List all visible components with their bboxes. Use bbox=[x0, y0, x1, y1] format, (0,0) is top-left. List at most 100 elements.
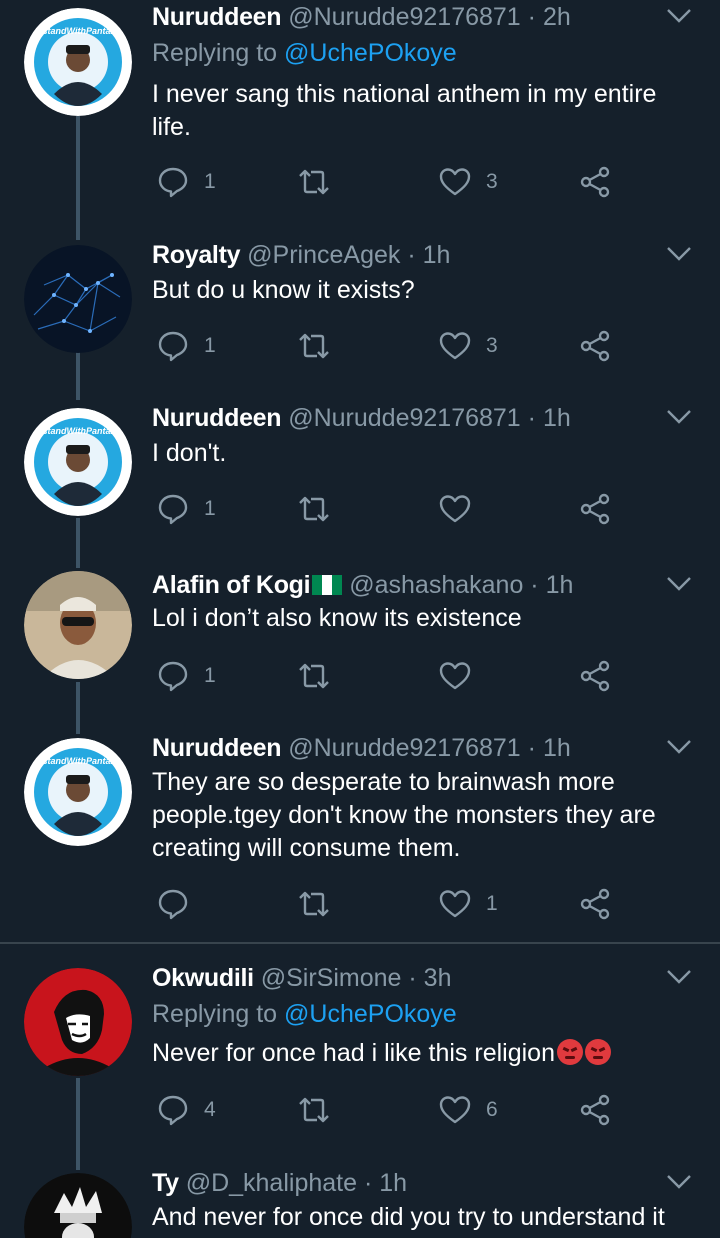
mention-link[interactable]: @UchePOkoye bbox=[284, 1000, 457, 1028]
timestamp[interactable]: 1h bbox=[379, 1169, 407, 1197]
retweet-icon bbox=[296, 492, 332, 526]
like-button[interactable]: 1 bbox=[438, 884, 498, 924]
like-count: 3 bbox=[486, 334, 498, 357]
separator: · bbox=[527, 3, 536, 31]
timestamp[interactable]: 1h bbox=[546, 571, 574, 599]
like-button[interactable] bbox=[438, 656, 486, 696]
separator: · bbox=[527, 404, 536, 432]
chevron-down-icon[interactable] bbox=[666, 1172, 692, 1192]
display-name[interactable]: Nuruddeen bbox=[152, 404, 282, 432]
share-button[interactable] bbox=[578, 326, 612, 366]
svg-text:#IstandWithPantami: #IstandWithPantami bbox=[35, 426, 121, 436]
display-name[interactable]: Royalty bbox=[152, 241, 241, 269]
avatar[interactable]: #IstandWithPantami bbox=[24, 408, 132, 516]
username[interactable]: @SirSimone bbox=[261, 964, 402, 992]
tweet-actions: 1 bbox=[152, 884, 632, 924]
tweet[interactable]: #IstandWithPantami Nuruddeen @Nurudde921… bbox=[0, 0, 720, 230]
username[interactable]: @D_khaliphate bbox=[186, 1169, 357, 1197]
retweet-button[interactable] bbox=[296, 162, 346, 202]
replying-to-label: Replying to bbox=[152, 1000, 278, 1028]
chevron-down-icon[interactable] bbox=[666, 407, 692, 427]
tweet[interactable]: #IstandWithPantami Nuruddeen @Nurudde921… bbox=[0, 731, 720, 941]
reply-button[interactable]: 1 bbox=[156, 162, 216, 202]
avatar[interactable] bbox=[24, 571, 132, 679]
timestamp[interactable]: 1h bbox=[543, 404, 571, 432]
reply-icon bbox=[156, 165, 190, 199]
timestamp[interactable]: 1h bbox=[543, 734, 571, 762]
retweet-button[interactable] bbox=[296, 326, 346, 366]
retweet-button[interactable] bbox=[296, 656, 346, 696]
display-name[interactable]: Okwudili bbox=[152, 964, 254, 992]
chevron-down-icon[interactable] bbox=[666, 737, 692, 757]
tweet[interactable]: Alafin of Kogi @ashashakano · 1h Lol i d… bbox=[0, 568, 720, 728]
tweet[interactable]: #IstandWithPantami Nuruddeen @Nurudde921… bbox=[0, 401, 720, 561]
svg-text:#IstandWithPantami: #IstandWithPantami bbox=[35, 26, 121, 36]
separator: · bbox=[530, 571, 539, 599]
tweet[interactable]: Ty @D_khaliphate · 1h And never for once… bbox=[0, 1166, 720, 1238]
reply-button[interactable]: 4 bbox=[156, 1090, 216, 1130]
retweet-icon bbox=[296, 329, 332, 363]
tweet-text: Never for once had i like this religion bbox=[152, 1039, 555, 1067]
share-button[interactable] bbox=[578, 162, 612, 202]
timestamp[interactable]: 3h bbox=[424, 964, 452, 992]
replying-to: Replying to @UchePOkoye bbox=[152, 997, 457, 1031]
share-icon bbox=[578, 329, 612, 363]
tweet-header: Nuruddeen @Nurudde92176871 · 1h bbox=[152, 401, 660, 435]
retweet-icon bbox=[296, 1093, 332, 1127]
timestamp[interactable]: 1h bbox=[423, 241, 451, 269]
tweet-text: They are so desperate to brainwash more … bbox=[152, 768, 656, 862]
reply-button[interactable]: 1 bbox=[156, 656, 216, 696]
tweet-actions: 1 bbox=[152, 489, 632, 529]
share-button[interactable] bbox=[578, 656, 612, 696]
retweet-button[interactable] bbox=[296, 1090, 346, 1130]
timestamp[interactable]: 2h bbox=[543, 3, 571, 31]
retweet-button[interactable] bbox=[296, 884, 346, 924]
heart-icon bbox=[438, 165, 472, 199]
tweet[interactable]: Okwudili @SirSimone · 3h Replying to @Uc… bbox=[0, 961, 720, 1161]
chevron-down-icon[interactable] bbox=[666, 244, 692, 264]
reply-icon bbox=[156, 1093, 190, 1127]
tweet-actions: 1 bbox=[152, 656, 632, 696]
chevron-down-icon[interactable] bbox=[666, 6, 692, 26]
tweet-header: Nuruddeen @Nurudde92176871 · 1h bbox=[152, 731, 660, 765]
display-name[interactable]: Alafin of Kogi bbox=[152, 571, 311, 599]
reply-icon bbox=[156, 329, 190, 363]
reply-button[interactable]: 1 bbox=[156, 489, 216, 529]
display-name[interactable]: Nuruddeen bbox=[152, 3, 282, 31]
like-button[interactable] bbox=[438, 489, 486, 529]
tweet-header: Nuruddeen @Nurudde92176871 · 2h bbox=[152, 0, 660, 34]
display-name[interactable]: Nuruddeen bbox=[152, 734, 282, 762]
username[interactable]: @ashashakano bbox=[349, 571, 523, 599]
like-count: 3 bbox=[486, 170, 498, 193]
username[interactable]: @Nurudde92176871 bbox=[288, 734, 521, 762]
share-icon bbox=[578, 165, 612, 199]
like-button[interactable]: 3 bbox=[438, 162, 498, 202]
tweet-text: But do u know it exists? bbox=[152, 276, 415, 304]
mention-link[interactable]: @UchePOkoye bbox=[284, 39, 457, 67]
chevron-down-icon[interactable] bbox=[666, 574, 692, 594]
username[interactable]: @Nurudde92176871 bbox=[288, 404, 521, 432]
avatar[interactable]: #IstandWithPantami bbox=[24, 8, 132, 116]
username[interactable]: @Nurudde92176871 bbox=[288, 3, 521, 31]
retweet-icon bbox=[296, 659, 332, 693]
chevron-down-icon[interactable] bbox=[666, 967, 692, 987]
username[interactable]: @PrinceAgek bbox=[247, 241, 400, 269]
retweet-button[interactable] bbox=[296, 489, 346, 529]
tweet[interactable]: Royalty @PrinceAgek · 1h But do u know i… bbox=[0, 238, 720, 398]
like-button[interactable]: 3 bbox=[438, 326, 498, 366]
thread-divider bbox=[0, 942, 720, 944]
avatar[interactable] bbox=[24, 968, 132, 1076]
reply-count: 4 bbox=[204, 1098, 216, 1121]
share-button[interactable] bbox=[578, 489, 612, 529]
share-button[interactable] bbox=[578, 884, 612, 924]
avatar[interactable] bbox=[24, 1173, 132, 1238]
like-button[interactable]: 6 bbox=[438, 1090, 498, 1130]
tweet-actions: 1 3 bbox=[152, 326, 632, 366]
reply-button[interactable]: 1 bbox=[156, 326, 216, 366]
display-name[interactable]: Ty bbox=[152, 1169, 179, 1197]
reply-count: 1 bbox=[204, 170, 216, 193]
reply-button[interactable] bbox=[156, 884, 204, 924]
avatar[interactable] bbox=[24, 245, 132, 353]
share-button[interactable] bbox=[578, 1090, 612, 1130]
avatar[interactable]: #IstandWithPantami bbox=[24, 738, 132, 846]
